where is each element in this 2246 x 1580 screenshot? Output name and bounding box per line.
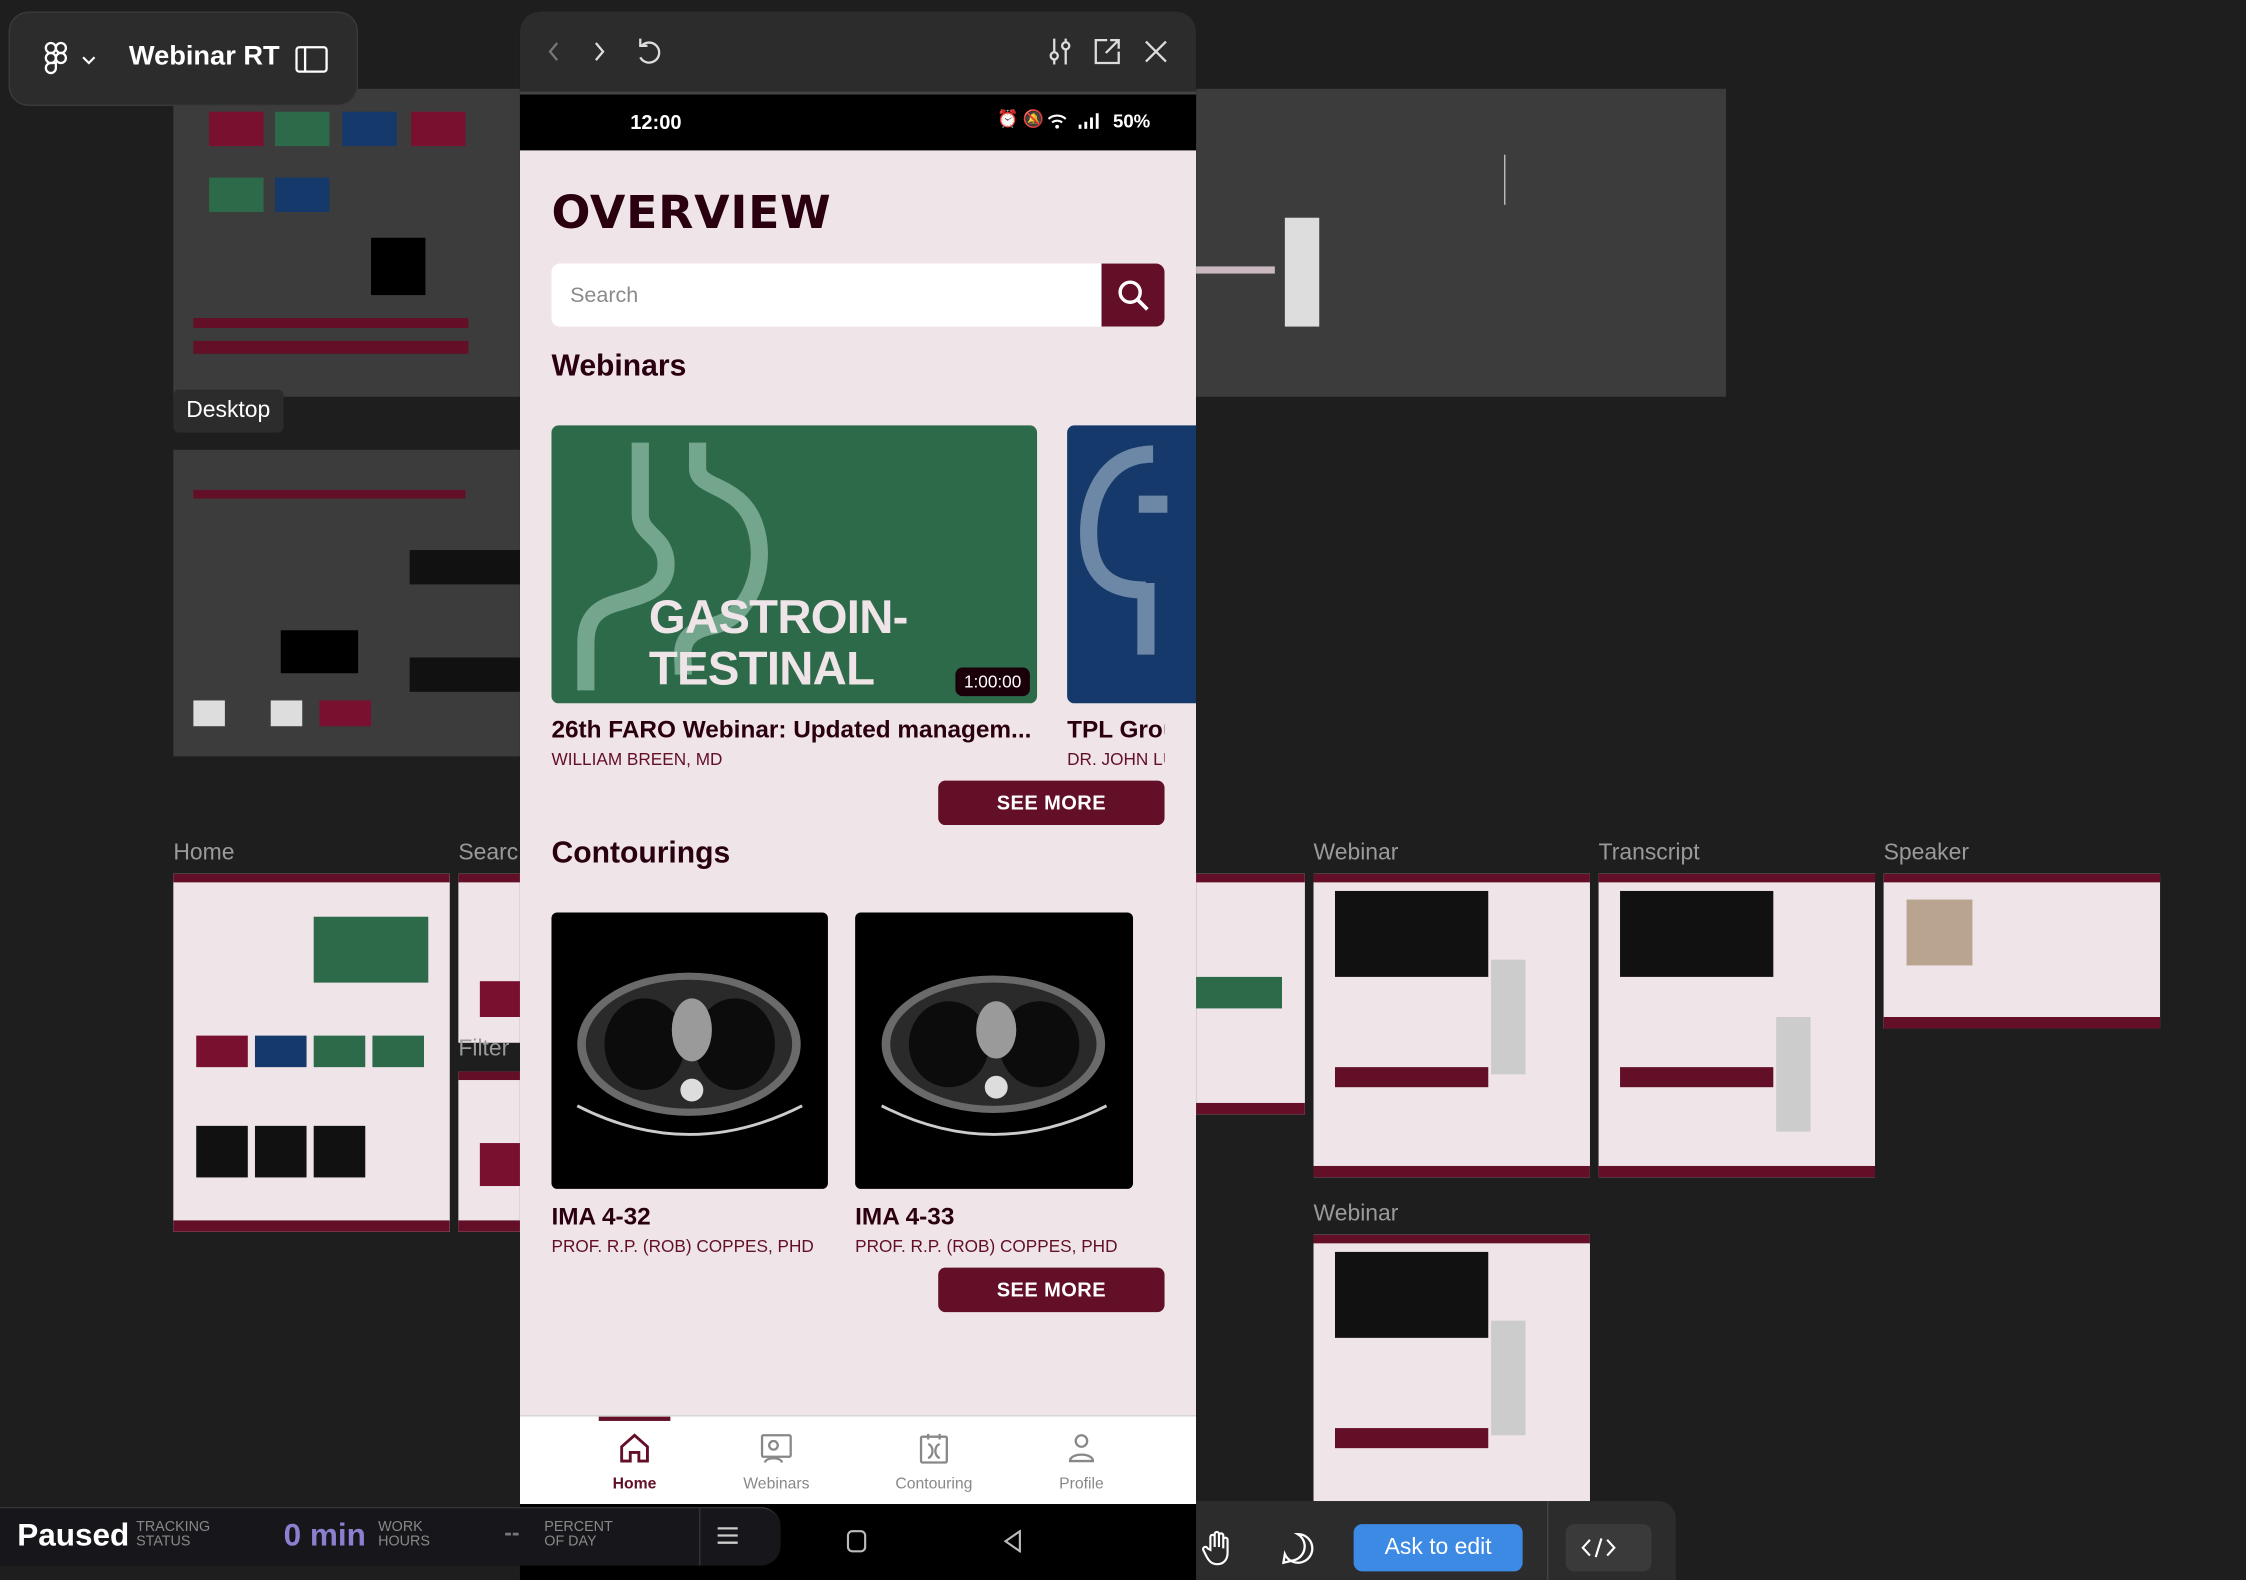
file-title[interactable]: Webinar RT xyxy=(129,42,280,74)
webinar-card-thumbnail-2[interactable] xyxy=(1067,425,1197,704)
frame-webinar-2[interactable] xyxy=(1313,1234,1590,1502)
frame-speaker[interactable] xyxy=(1883,873,2161,1029)
frame-label-filter[interactable]: Filter xyxy=(458,1037,509,1063)
desktop-frame-bottom[interactable] xyxy=(173,449,520,757)
frame-label-webinar-2[interactable]: Webinar xyxy=(1314,1202,1399,1228)
code-icon xyxy=(1581,1538,1616,1558)
contouring-author-2: PROF. R.P. (ROB) COPPES, PHD xyxy=(855,1236,1118,1257)
open-external-icon[interactable] xyxy=(1090,34,1124,68)
desktop-frame-label[interactable]: Desktop xyxy=(173,389,284,433)
desktop-frame-right[interactable] xyxy=(1196,88,1727,397)
nav-webinars[interactable]: Webinars xyxy=(712,1417,841,1506)
webinar-title-2[interactable]: TPL Grou xyxy=(1067,716,1164,745)
close-icon[interactable] xyxy=(1139,34,1173,68)
ct-scan-image xyxy=(576,972,803,1136)
comment-icon[interactable] xyxy=(1281,1531,1315,1565)
work-hours-value: 0 min xyxy=(283,1516,366,1553)
alarm-icon: ⏰ xyxy=(996,108,1019,129)
android-home-icon[interactable] xyxy=(846,1530,867,1553)
percent-of-day-label: PERCENT OF DAY xyxy=(544,1519,613,1550)
frame-label-home[interactable]: Home xyxy=(173,841,234,867)
tracking-status: Paused xyxy=(17,1516,130,1553)
mute-icon: 🔕 xyxy=(1022,108,1045,129)
webinar-icon xyxy=(760,1434,792,1464)
thumbnail-category: GASTROIN- TESTINAL xyxy=(648,590,909,695)
menu-icon[interactable] xyxy=(716,1526,739,1546)
chevron-down-icon[interactable] xyxy=(82,56,96,65)
webinar-card-thumbnail[interactable]: GASTROIN- TESTINAL 1:00:00 xyxy=(551,425,1038,704)
percent-of-day-value: -- xyxy=(504,1521,520,1546)
page-title: OVERVIEW xyxy=(551,184,832,240)
prototype-preview-window: 12:00 ⏰ 🔕 50% OVERVIEW Webinars GASTROIN… xyxy=(519,11,1197,1580)
code-mode-button[interactable] xyxy=(1565,1524,1652,1572)
frame-filter[interactable] xyxy=(458,1071,520,1232)
preview-toolbar xyxy=(519,11,1197,95)
contouring-title[interactable]: IMA 4-32 xyxy=(551,1203,650,1232)
webinar-author-2: DR. JOHN LU xyxy=(1067,749,1165,770)
duration-badge: 1:00:00 xyxy=(955,667,1030,697)
frame-label-search[interactable]: Searc xyxy=(458,841,518,867)
contourings-see-more-button[interactable]: SEE MORE xyxy=(938,1267,1165,1313)
android-back-icon[interactable] xyxy=(1003,1529,1023,1553)
contouring-author: PROF. R.P. (ROB) COPPES, PHD xyxy=(551,1236,814,1257)
frame-webinar[interactable] xyxy=(1313,873,1590,1178)
contouring-thumbnail[interactable] xyxy=(551,912,828,1189)
frame-home[interactable] xyxy=(173,873,450,1232)
time-tracking-bar: Paused TRACKING STATUS 0 min WORK HOURS --… xyxy=(0,1506,781,1566)
home-icon xyxy=(620,1433,649,1463)
webinar-title[interactable]: 26th FARO Webinar: Updated managem... xyxy=(551,716,1038,745)
bottom-right-toolbar: Ask to edit xyxy=(1196,1501,1676,1580)
contouring-thumbnail-2[interactable] xyxy=(855,912,1134,1189)
desktop-frame-top[interactable] xyxy=(173,88,520,397)
wifi-icon xyxy=(1047,114,1067,129)
reload-icon[interactable] xyxy=(630,34,664,68)
frame-partial[interactable] xyxy=(1196,873,1305,1115)
sidebar-toggle-icon[interactable] xyxy=(295,46,328,73)
back-icon[interactable] xyxy=(537,34,571,68)
frame-label-transcript[interactable]: Transcript xyxy=(1599,841,1700,867)
work-hours-label: WORK HOURS xyxy=(378,1519,430,1550)
bottom-navigation: Home Webinars Contouring Profile xyxy=(519,1415,1197,1506)
webinars-heading: Webinars xyxy=(551,349,687,383)
search-icon xyxy=(1118,280,1149,311)
frame-search[interactable] xyxy=(458,873,520,1043)
status-time: 12:00 xyxy=(630,110,682,134)
forward-icon[interactable] xyxy=(582,34,616,68)
search-input[interactable] xyxy=(551,263,1102,327)
figma-logo-icon[interactable] xyxy=(44,41,68,76)
battery-percent: 50% xyxy=(1112,110,1151,132)
nav-contouring[interactable]: Contouring xyxy=(869,1417,998,1506)
tracking-status-label: TRACKING STATUS xyxy=(136,1519,211,1550)
signal-icon xyxy=(1078,113,1099,129)
tune-icon[interactable] xyxy=(1043,34,1077,68)
search-bar xyxy=(551,263,1165,327)
ct-scan-image xyxy=(880,975,1108,1136)
webinar-author: WILLIAM BREEN, MD xyxy=(551,749,723,770)
frame-transcript[interactable] xyxy=(1598,873,1876,1178)
file-menu-pill: Webinar RT xyxy=(8,11,359,106)
contourings-heading: Contourings xyxy=(551,836,731,870)
overview-screen: OVERVIEW Webinars GASTROIN-TESTINAL 1:00… xyxy=(519,150,1197,1416)
nav-home[interactable]: Home xyxy=(570,1417,699,1506)
hand-icon[interactable] xyxy=(1200,1530,1234,1567)
frame-label-speaker[interactable]: Speaker xyxy=(1884,841,1969,867)
profile-icon xyxy=(1068,1434,1095,1463)
kidney-icon xyxy=(1080,445,1168,655)
webinars-see-more-button[interactable]: SEE MORE xyxy=(938,780,1165,826)
frame-label-webinar[interactable]: Webinar xyxy=(1314,841,1399,867)
search-button[interactable] xyxy=(1101,263,1165,327)
contouring-title-2[interactable]: IMA 4-33 xyxy=(855,1203,954,1232)
nav-profile[interactable]: Profile xyxy=(1017,1417,1146,1506)
status-bar: 12:00 ⏰ 🔕 50% xyxy=(519,94,1197,151)
contouring-icon xyxy=(919,1433,948,1464)
ask-to-edit-button[interactable]: Ask to edit xyxy=(1353,1524,1523,1572)
